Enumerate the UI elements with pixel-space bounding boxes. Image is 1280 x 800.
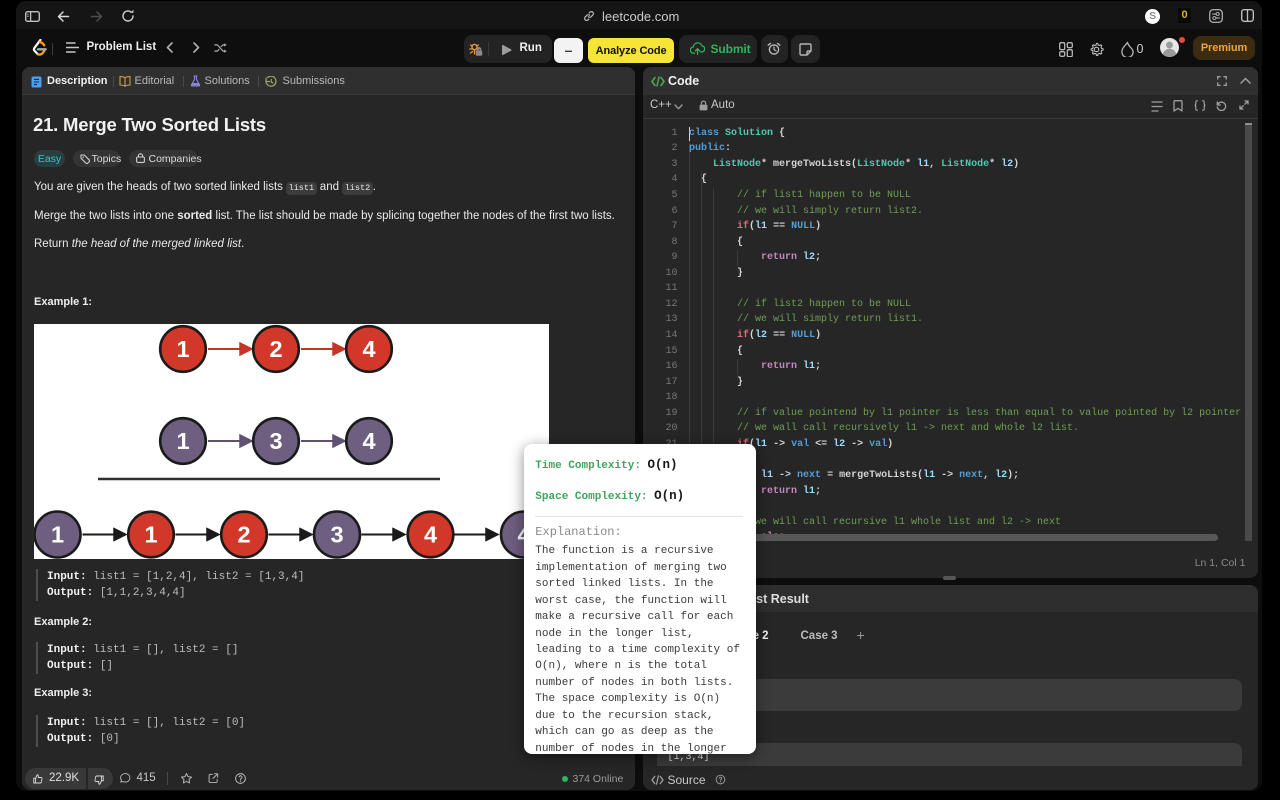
svg-text:4: 4 xyxy=(362,336,375,362)
svg-text:1: 1 xyxy=(176,336,189,362)
svg-text:2: 2 xyxy=(237,521,250,547)
svg-text:3: 3 xyxy=(269,428,282,454)
svg-text:1: 1 xyxy=(144,521,157,547)
svg-text:3: 3 xyxy=(330,521,343,547)
svg-text:1: 1 xyxy=(50,521,63,547)
svg-text:1: 1 xyxy=(176,428,189,454)
svg-text:2: 2 xyxy=(269,336,282,362)
svg-text:4: 4 xyxy=(362,428,375,454)
svg-text:4: 4 xyxy=(423,521,436,547)
